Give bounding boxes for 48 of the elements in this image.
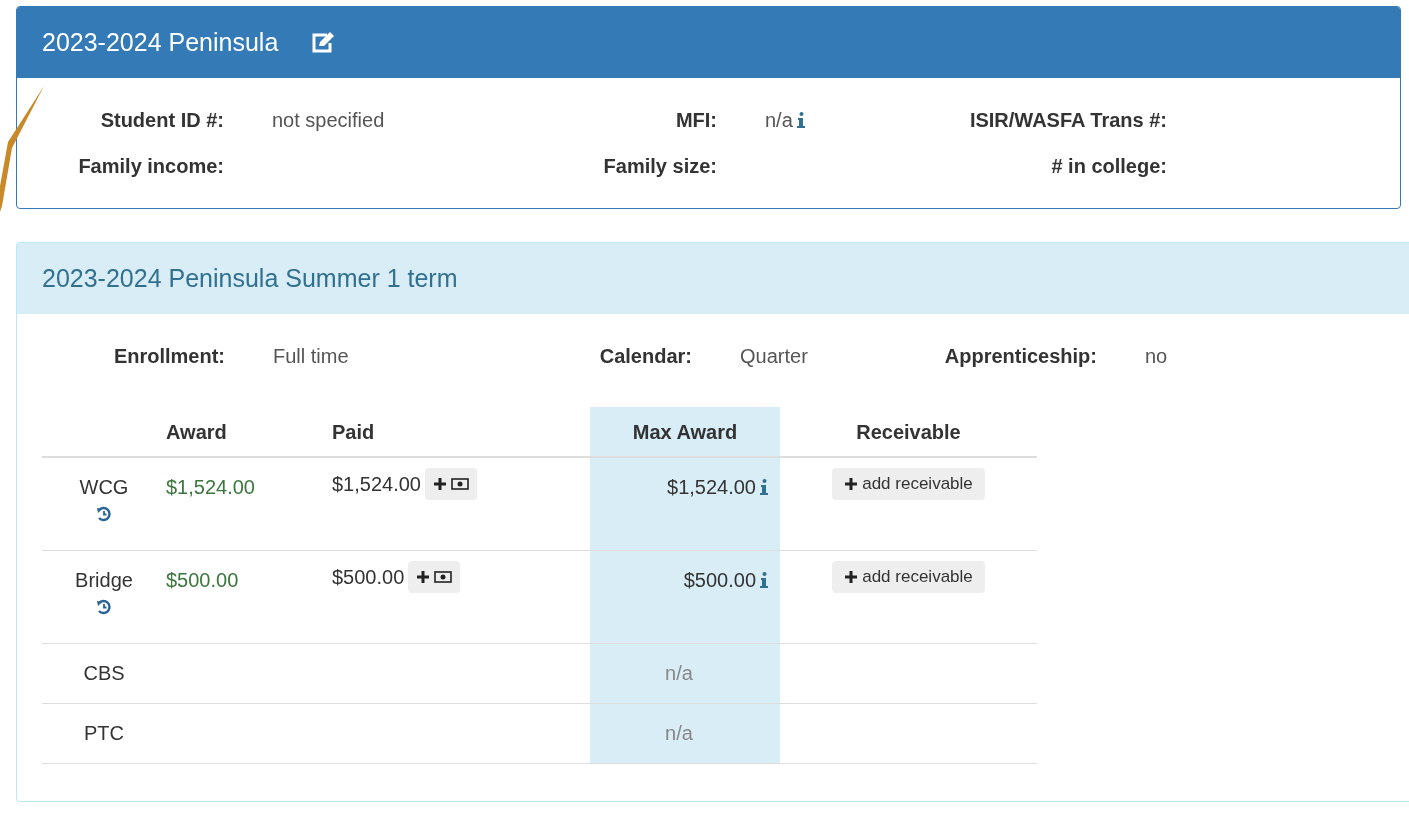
plus-icon (844, 569, 859, 584)
field-label: MFI: (674, 108, 717, 133)
field-label: Family size: (602, 154, 717, 179)
max-award-amount: $500.00 (683, 567, 756, 593)
edit-icon[interactable] (310, 30, 337, 55)
money-icon (434, 570, 453, 583)
info-icon[interactable] (760, 571, 768, 588)
field-value: n/a (765, 108, 793, 133)
money-icon (451, 478, 469, 490)
row-name: CBS (82, 660, 126, 686)
history-icon[interactable] (96, 598, 112, 615)
field-value: Quarter (740, 344, 808, 369)
max-award-amount: n/a (665, 660, 693, 686)
field-label: Apprenticeship: (943, 344, 1097, 369)
paid-amount: $500.00 (332, 564, 405, 590)
column-header: Max Award (632, 420, 738, 443)
info-icon[interactable] (796, 112, 805, 128)
max-award-amount: $1,524.00 (667, 475, 756, 500)
max-award-amount: n/a (665, 720, 693, 746)
field-label: Calendar: (598, 344, 692, 369)
plus-icon (433, 477, 447, 491)
panel-title: 2023-2024 Peninsula Summer 1 term (42, 262, 458, 294)
panel-title: 2023-2024 Peninsula (42, 26, 279, 58)
paid-amount: $1,524.00 (332, 472, 421, 497)
field-label: ISIR/WASFA Trans #: (968, 108, 1167, 133)
history-icon[interactable] (96, 506, 112, 522)
plus-icon (844, 477, 859, 491)
field-label: Family income: (77, 154, 224, 179)
add-receivable-button[interactable]: add receivable (832, 560, 985, 593)
field-value: no (1145, 344, 1168, 369)
add-receivable-button[interactable]: add receivable (832, 468, 985, 500)
add-payment-button[interactable] (425, 468, 477, 500)
add-payment-button[interactable] (408, 560, 461, 593)
field-label: Student ID #: (99, 108, 224, 133)
award-amount: $1,524.00 (166, 476, 255, 498)
column-header: Receivable (856, 420, 961, 443)
award-amount: $500.00 (166, 568, 239, 591)
field-label: Enrollment: (112, 344, 225, 369)
plus-icon (416, 569, 431, 584)
column-header: Award (166, 420, 227, 443)
info-icon[interactable] (760, 479, 768, 495)
column-header: Paid (332, 420, 375, 443)
row-name: WCG (78, 475, 130, 500)
row-name: PTC (83, 720, 125, 746)
field-label: # in college: (1050, 154, 1167, 179)
row-name: Bridge (74, 567, 134, 593)
field-value: not specified (272, 108, 385, 133)
field-value: Full time (273, 344, 349, 369)
